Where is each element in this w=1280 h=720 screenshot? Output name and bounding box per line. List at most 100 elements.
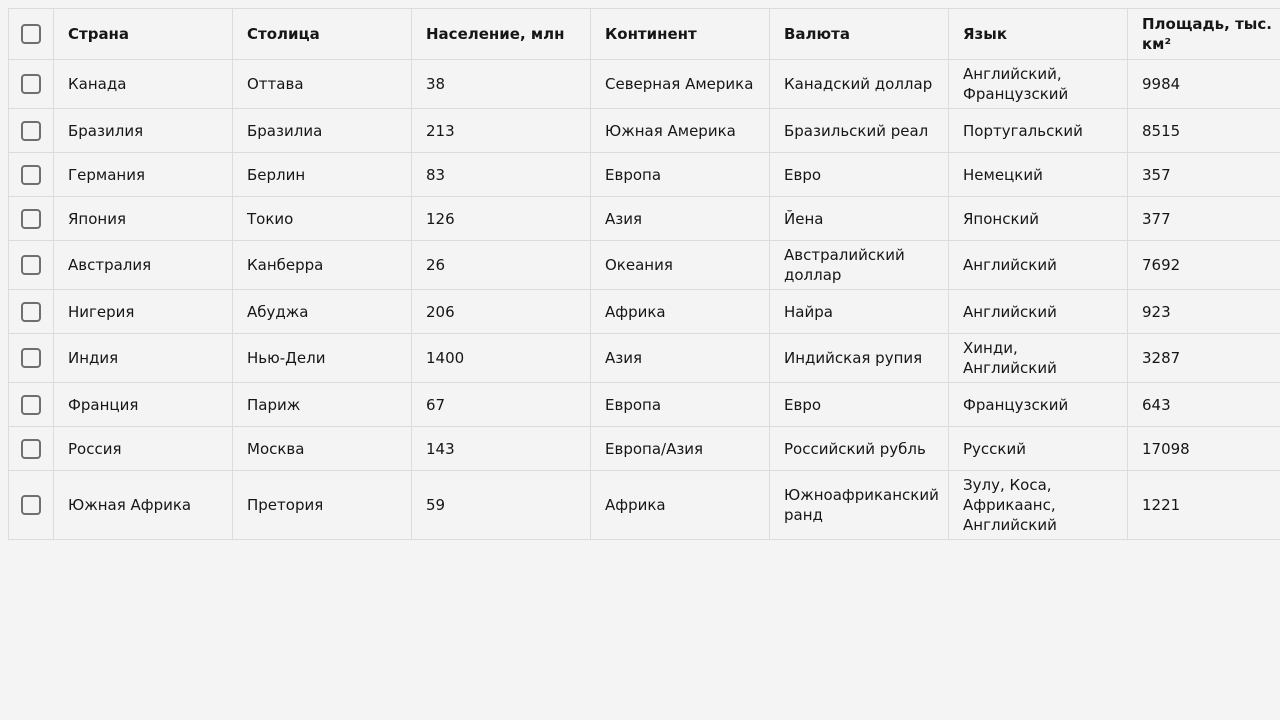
cell-area: 8515 xyxy=(1127,108,1280,153)
cell-population: 83 xyxy=(411,152,591,197)
cell-population: 206 xyxy=(411,289,591,334)
cell-currency: Евро xyxy=(769,382,949,427)
cell-area: 3287 xyxy=(1127,333,1280,383)
table-row: Нигерия Абуджа 206 Африка Найра Английск… xyxy=(8,289,1280,334)
row-select-cell xyxy=(8,470,54,540)
cell-capital: Париж xyxy=(232,382,412,427)
cell-currency: Найра xyxy=(769,289,949,334)
row-checkbox[interactable] xyxy=(21,255,41,276)
row-select-cell xyxy=(8,59,54,109)
row-checkbox[interactable] xyxy=(21,301,41,322)
cell-area: 9984 xyxy=(1127,59,1280,109)
select-all-cell xyxy=(8,8,54,60)
cell-country: Россия xyxy=(53,426,233,471)
cell-continent: Африка xyxy=(590,470,770,540)
cell-capital: Канберра xyxy=(232,240,412,290)
header-row: Страна Столица Население, млн Континент … xyxy=(8,8,1280,60)
cell-country: Канада xyxy=(53,59,233,109)
cell-language: Французский xyxy=(948,382,1128,427)
row-select-cell xyxy=(8,426,54,471)
cell-area: 923 xyxy=(1127,289,1280,334)
cell-population: 67 xyxy=(411,382,591,427)
cell-language: Португальский xyxy=(948,108,1128,153)
row-select-cell xyxy=(8,333,54,383)
row-select-cell xyxy=(8,196,54,241)
cell-language: Зулу, Коса, Африкаанс, Английский xyxy=(948,470,1128,540)
cell-currency: Бразильский реал xyxy=(769,108,949,153)
cell-capital: Претория xyxy=(232,470,412,540)
column-header-area[interactable]: Площадь, тыс. км² xyxy=(1127,8,1280,60)
row-checkbox[interactable] xyxy=(21,348,41,369)
cell-capital: Берлин xyxy=(232,152,412,197)
select-all-checkbox[interactable] xyxy=(21,24,41,45)
cell-currency: Евро xyxy=(769,152,949,197)
cell-language: Японский xyxy=(948,196,1128,241)
table-header: Страна Столица Население, млн Континент … xyxy=(8,8,1280,60)
cell-country: Южная Африка xyxy=(53,470,233,540)
cell-language: Английский xyxy=(948,240,1128,290)
table-row: Россия Москва 143 Европа/Азия Российский… xyxy=(8,426,1280,471)
table-body: Канада Оттава 38 Северная Америка Канадс… xyxy=(8,59,1280,540)
row-checkbox[interactable] xyxy=(21,394,41,415)
table-row: Канада Оттава 38 Северная Америка Канадс… xyxy=(8,59,1280,109)
cell-population: 1400 xyxy=(411,333,591,383)
table-row: Бразилия Бразилиа 213 Южная Америка Браз… xyxy=(8,108,1280,153)
cell-capital: Москва xyxy=(232,426,412,471)
row-checkbox[interactable] xyxy=(21,438,41,459)
column-header-population[interactable]: Население, млн xyxy=(411,8,591,60)
row-checkbox[interactable] xyxy=(21,164,41,185)
column-header-continent[interactable]: Континент xyxy=(590,8,770,60)
row-select-cell xyxy=(8,240,54,290)
table-row: Индия Нью-Дели 1400 Азия Индийская рупия… xyxy=(8,333,1280,383)
cell-population: 126 xyxy=(411,196,591,241)
row-checkbox[interactable] xyxy=(21,74,41,95)
cell-continent: Северная Америка xyxy=(590,59,770,109)
row-select-cell xyxy=(8,289,54,334)
countries-table-container: Страна Столица Население, млн Континент … xyxy=(8,8,1280,540)
cell-capital: Нью-Дели xyxy=(232,333,412,383)
cell-country: Индия xyxy=(53,333,233,383)
cell-currency: Российский рубль xyxy=(769,426,949,471)
cell-country: Германия xyxy=(53,152,233,197)
cell-language: Хинди, Английский xyxy=(948,333,1128,383)
column-header-country[interactable]: Страна xyxy=(53,8,233,60)
cell-continent: Южная Америка xyxy=(590,108,770,153)
column-header-language[interactable]: Язык xyxy=(948,8,1128,60)
cell-currency: Йена xyxy=(769,196,949,241)
cell-continent: Европа xyxy=(590,152,770,197)
cell-area: 357 xyxy=(1127,152,1280,197)
cell-population: 26 xyxy=(411,240,591,290)
row-select-cell xyxy=(8,108,54,153)
table-row: Германия Берлин 83 Европа Евро Немецкий … xyxy=(8,152,1280,197)
cell-area: 643 xyxy=(1127,382,1280,427)
cell-currency: Южноафриканский ранд xyxy=(769,470,949,540)
table-row: Франция Париж 67 Европа Евро Французский… xyxy=(8,382,1280,427)
cell-currency: Австралийский доллар xyxy=(769,240,949,290)
table-row: Южная Африка Претория 59 Африка Южноафри… xyxy=(8,470,1280,540)
cell-continent: Океания xyxy=(590,240,770,290)
cell-language: Английский, Французский xyxy=(948,59,1128,109)
cell-continent: Европа/Азия xyxy=(590,426,770,471)
row-checkbox[interactable] xyxy=(21,208,41,229)
cell-capital: Оттава xyxy=(232,59,412,109)
cell-language: Английский xyxy=(948,289,1128,334)
cell-language: Русский xyxy=(948,426,1128,471)
cell-population: 213 xyxy=(411,108,591,153)
column-header-currency[interactable]: Валюта xyxy=(769,8,949,60)
cell-continent: Африка xyxy=(590,289,770,334)
cell-country: Франция xyxy=(53,382,233,427)
cell-continent: Азия xyxy=(590,196,770,241)
cell-continent: Азия xyxy=(590,333,770,383)
cell-capital: Токио xyxy=(232,196,412,241)
column-header-capital[interactable]: Столица xyxy=(232,8,412,60)
row-checkbox[interactable] xyxy=(21,495,41,516)
cell-population: 143 xyxy=(411,426,591,471)
cell-area: 377 xyxy=(1127,196,1280,241)
cell-language: Немецкий xyxy=(948,152,1128,197)
row-checkbox[interactable] xyxy=(21,120,41,141)
cell-area: 7692 xyxy=(1127,240,1280,290)
cell-continent: Европа xyxy=(590,382,770,427)
cell-country: Нигерия xyxy=(53,289,233,334)
table-row: Австралия Канберра 26 Океания Австралийс… xyxy=(8,240,1280,290)
cell-population: 59 xyxy=(411,470,591,540)
